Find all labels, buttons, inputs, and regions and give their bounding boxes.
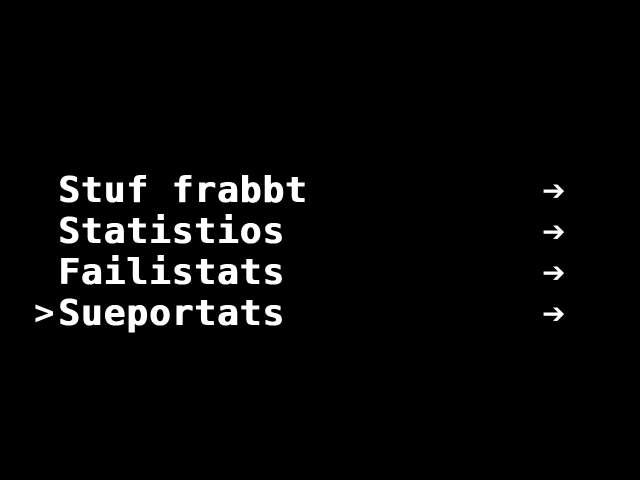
right-arrow-icon: ➔ (542, 297, 566, 330)
right-arrow-icon: ➔ (542, 215, 566, 248)
menu-item-1[interactable]: > Stuf frabbt ➔ (34, 170, 594, 211)
game-menu-screen: > Stuf frabbt ➔ > Statistios ➔ > Failist… (0, 0, 640, 480)
menu-item-2[interactable]: > Statistios ➔ (34, 211, 594, 252)
menu-item-label: Sueportats (58, 293, 285, 334)
right-arrow-icon: ➔ (542, 256, 566, 289)
menu-item-label: Statistios (58, 211, 285, 252)
menu-item-label: Stuf frabbt (58, 170, 308, 211)
main-menu: > Stuf frabbt ➔ > Statistios ➔ > Failist… (34, 170, 594, 334)
right-arrow-icon: ➔ (542, 174, 566, 207)
selection-cursor: > (34, 293, 55, 333)
menu-item-3[interactable]: > Failistats ➔ (34, 252, 594, 293)
menu-item-label: Failistats (58, 252, 285, 293)
menu-item-4[interactable]: > Sueportats ➔ (34, 293, 594, 334)
